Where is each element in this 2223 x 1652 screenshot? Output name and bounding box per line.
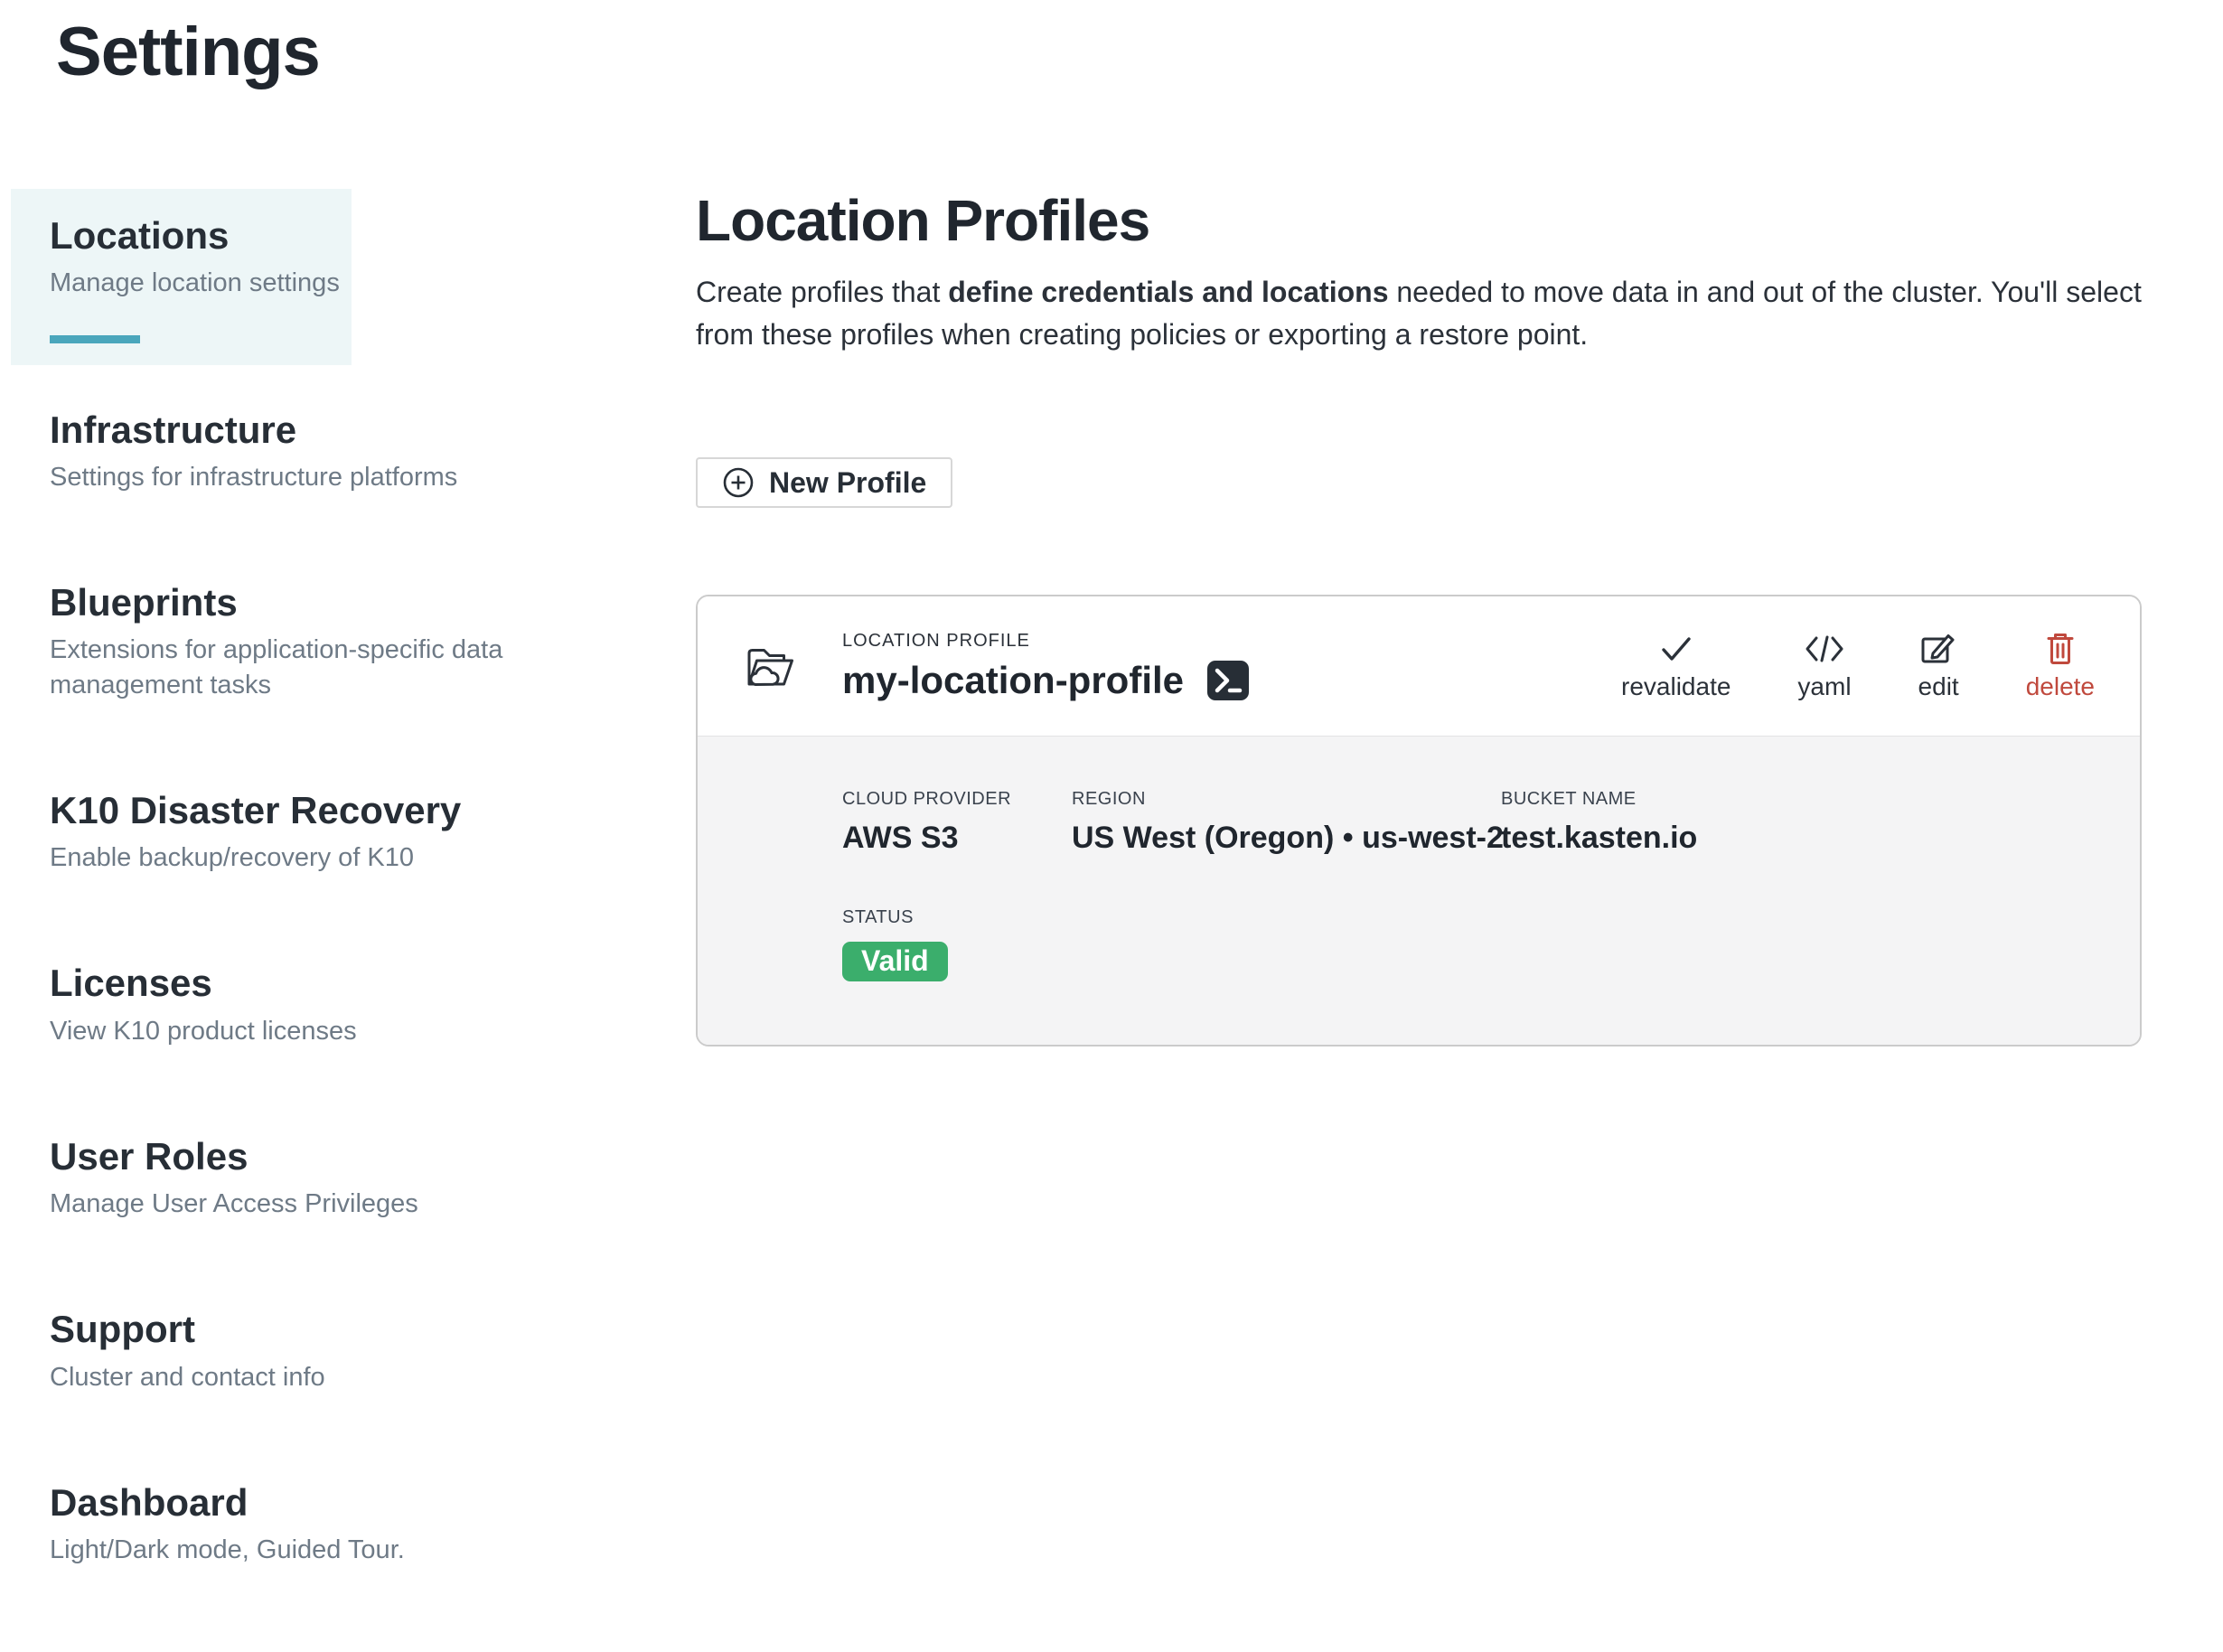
sidebar-item-user-roles[interactable]: User Roles Manage User Access Privileges xyxy=(11,1133,571,1222)
location-profile-card: LOCATION PROFILE my-location-profile xyxy=(696,595,2142,1047)
description-pre: Create profiles that xyxy=(696,276,948,308)
sidebar-item-title: User Roles xyxy=(50,1133,571,1179)
edit-icon xyxy=(1921,633,1956,665)
description-bold: define credentials and locations xyxy=(948,276,1388,308)
sidebar-item-subtitle: View K10 product licenses xyxy=(50,1014,571,1048)
profile-card-details: CLOUD PROVIDER AWS S3 REGION US West (Or… xyxy=(698,736,2140,1045)
section-description: Create profiles that define credentials … xyxy=(696,271,2160,356)
field-label: CLOUD PROVIDER xyxy=(842,787,1072,811)
status-badge: Valid xyxy=(842,942,948,981)
field-label: REGION xyxy=(1072,787,1501,811)
terminal-icon[interactable] xyxy=(1207,661,1249,700)
sidebar-item-licenses[interactable]: Licenses View K10 product licenses xyxy=(11,960,571,1048)
field-region: REGION US West (Oregon) • us-west-2 xyxy=(1072,787,1501,857)
sidebar-item-subtitle: Light/Dark mode, Guided Tour. xyxy=(50,1533,571,1567)
profile-actions: revalidate yaml xyxy=(1621,633,2095,699)
trash-icon xyxy=(2045,633,2076,665)
profile-card-header: LOCATION PROFILE my-location-profile xyxy=(698,596,2140,736)
field-value: test.kasten.io xyxy=(1501,820,1697,857)
sidebar-item-blueprints[interactable]: Blueprints Extensions for application-sp… xyxy=(11,579,571,702)
sidebar-item-subtitle: Manage User Access Privileges xyxy=(50,1187,571,1221)
edit-label: edit xyxy=(1918,674,1959,699)
sidebar-item-infrastructure[interactable]: Infrastructure Settings for infrastructu… xyxy=(11,407,571,495)
revalidate-button[interactable]: revalidate xyxy=(1621,633,1731,699)
delete-button[interactable]: delete xyxy=(2026,633,2095,699)
sidebar-item-subtitle: Extensions for application-specific data… xyxy=(50,633,571,702)
yaml-button[interactable]: yaml xyxy=(1797,633,1851,699)
plus-circle-icon xyxy=(722,466,755,499)
sidebar-item-title: Infrastructure xyxy=(50,407,571,453)
sidebar-item-subtitle: Manage location settings xyxy=(50,266,342,300)
sidebar-item-title: Licenses xyxy=(50,960,571,1006)
location-profiles-section: Location Profiles Create profiles that d… xyxy=(696,192,2178,1047)
section-heading: Location Profiles xyxy=(696,192,2178,249)
sidebar-item-subtitle: Enable backup/recovery of K10 xyxy=(50,840,571,875)
code-icon xyxy=(1805,633,1844,665)
sidebar-item-title: Blueprints xyxy=(50,579,571,625)
sidebar-item-locations[interactable]: Locations Manage location settings xyxy=(11,189,352,365)
delete-label: delete xyxy=(2026,674,2095,699)
field-value: AWS S3 xyxy=(842,820,1072,857)
new-profile-button[interactable]: New Profile xyxy=(696,457,952,508)
folder-cloud-icon xyxy=(743,642,795,690)
sidebar-item-title: Support xyxy=(50,1306,571,1352)
field-status: STATUS Valid xyxy=(842,906,2095,981)
yaml-label: yaml xyxy=(1797,674,1851,699)
profile-name: my-location-profile xyxy=(842,659,1184,702)
edit-button[interactable]: edit xyxy=(1918,633,1959,699)
sidebar-item-support[interactable]: Support Cluster and contact info xyxy=(11,1306,571,1394)
settings-sidebar: Locations Manage location settings Infra… xyxy=(11,189,571,1652)
field-value: US West (Oregon) • us-west-2 xyxy=(1072,820,1501,857)
sidebar-item-subtitle: Cluster and contact info xyxy=(50,1360,571,1394)
sidebar-item-title: Dashboard xyxy=(50,1479,571,1525)
sidebar-item-dashboard[interactable]: Dashboard Light/Dark mode, Guided Tour. xyxy=(11,1479,571,1568)
sidebar-item-title: Locations xyxy=(50,212,342,258)
sidebar-item-k10-disaster-recovery[interactable]: K10 Disaster Recovery Enable backup/reco… xyxy=(11,787,571,876)
field-label: BUCKET NAME xyxy=(1501,787,1697,811)
field-label: STATUS xyxy=(842,906,2095,929)
sidebar-item-title: K10 Disaster Recovery xyxy=(50,787,571,833)
field-bucket-name: BUCKET NAME test.kasten.io xyxy=(1501,787,1697,857)
field-cloud-provider: CLOUD PROVIDER AWS S3 xyxy=(842,787,1072,857)
new-profile-button-label: New Profile xyxy=(769,466,926,500)
revalidate-label: revalidate xyxy=(1621,674,1731,699)
check-icon xyxy=(1659,633,1693,665)
page-title: Settings xyxy=(56,14,320,90)
profile-type-label: LOCATION PROFILE xyxy=(842,631,1249,652)
active-indicator-bar xyxy=(50,335,140,343)
sidebar-item-subtitle: Settings for infrastructure platforms xyxy=(50,460,571,494)
